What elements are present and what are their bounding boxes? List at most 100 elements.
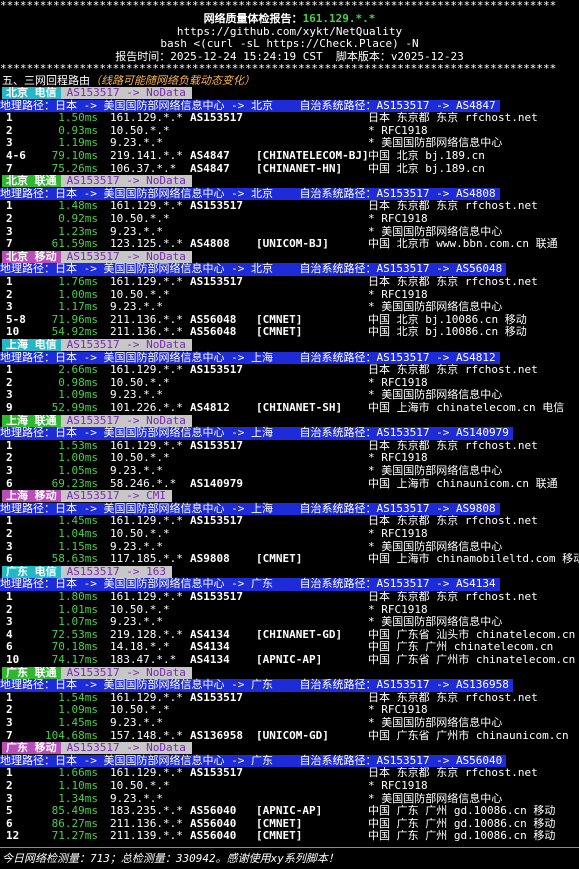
hop-asn: AS4134 bbox=[190, 628, 230, 641]
hop-asn: AS153517 bbox=[190, 767, 243, 780]
hop-location: 日本 东京都 东京 rfchost.net bbox=[368, 200, 538, 213]
report-time: 报告时间：2025-12-24 15:24:19 CST 脚本版本：v2025-… bbox=[115, 51, 464, 63]
hop-asn: AS56040 bbox=[190, 817, 237, 830]
hop-ip: 211.139.*.* bbox=[110, 830, 183, 843]
route-header: 上海 电信 AS153517 -> NoData bbox=[2, 339, 579, 352]
hop-number: 2 bbox=[6, 213, 13, 225]
hop-isp: [CMNET] bbox=[256, 830, 303, 843]
hop-location: 中国 广东 广州 gd.10086.cn 移动 bbox=[368, 805, 556, 818]
hop-location: * 美国国防部网络信息中心 bbox=[368, 389, 503, 402]
hop-number: 4-6 bbox=[6, 150, 26, 162]
hop-latency: 1.17ms bbox=[58, 301, 98, 314]
hop-asn: AS4847 bbox=[190, 162, 230, 175]
hop-isp: [UNICOM-BJ] bbox=[256, 238, 329, 251]
hop-ip: 161.129.*.* bbox=[110, 691, 183, 704]
hop-isp: [CMNET] bbox=[256, 553, 303, 566]
hop-latency: 1.15ms bbox=[58, 540, 98, 553]
report-title-prefix: 网络质量体检报告： bbox=[203, 13, 303, 25]
hop-number: 3 bbox=[6, 540, 13, 553]
route-geo-path: 地理路径：日本 -> 美国国防部网络信息中心 -> 广东 自治系统路径：AS15… bbox=[0, 754, 507, 768]
hop-latency: 1.05ms bbox=[58, 465, 98, 477]
hop-number: 3 bbox=[6, 616, 13, 629]
route-target-badge: 北京 移动 bbox=[2, 250, 61, 263]
hop-number: 12 bbox=[6, 830, 20, 843]
hop-row: 6 70.18ms 14.18.*.* AS4134 中国 广东 广州 chinatel… bbox=[0, 641, 579, 654]
hop-isp: [CHINANET-GD] bbox=[256, 628, 343, 641]
hop-ip: 9.23.*.* bbox=[110, 137, 163, 150]
hop-row: 12 71.27ms 211.139.*.* AS56040 [CMNET] 中国 广东 … bbox=[0, 830, 579, 843]
hop-latency: 85.49ms bbox=[51, 805, 98, 818]
hop-asn: AS153517 bbox=[190, 691, 243, 704]
hop-number: 3 bbox=[6, 137, 13, 150]
route-target-badge: 广东 移动 bbox=[2, 742, 61, 755]
hop-isp: [CMNET] bbox=[256, 313, 303, 326]
hop-row: 1 2.66ms 161.129.*.* AS153517 日本 东京都 东京 rfch… bbox=[0, 364, 579, 377]
hop-asn: AS153517 bbox=[190, 515, 243, 528]
hop-ip: 10.50.*.* bbox=[110, 213, 170, 225]
hop-asn: AS140979 bbox=[190, 477, 243, 490]
hop-location: 中国 北京市 www.bbn.com.cn 联通 bbox=[368, 238, 558, 251]
hop-number: 1 bbox=[6, 276, 13, 288]
hop-row: 6 86.27ms 211.136.*.* AS56040 [CMNET] 中国 广东 广… bbox=[0, 818, 579, 831]
hop-latency: 1.76ms bbox=[58, 276, 98, 288]
route-header: 北京 联通 AS153517 -> NoData bbox=[2, 175, 579, 188]
hop-location: * RFC1918 bbox=[368, 603, 428, 616]
hop-number: 2 bbox=[6, 603, 13, 616]
hop-latency: 1.66ms bbox=[58, 767, 98, 780]
hop-isp: [CHINANET-SH] bbox=[256, 402, 343, 414]
hop-row: 4 72.53ms 219.128.*.* AS4134 [CHINANET-GD] 中国… bbox=[0, 629, 579, 642]
hop-location: 中国 广东 广州 chinatelecom.cn bbox=[368, 641, 554, 654]
hop-location: * RFC1918 bbox=[368, 124, 428, 137]
hop-ip: 10.50.*.* bbox=[110, 376, 170, 389]
hop-location: 中国 广东 广州 gd.10086.cn 移动 bbox=[368, 830, 556, 843]
repo-url: https://github.com/xykt/NetQuality bbox=[176, 26, 403, 38]
hop-asn: AS4847 bbox=[190, 150, 230, 162]
hop-row: 2 1.10ms 10.50.*.* * RFC1918 bbox=[0, 780, 579, 793]
hop-row: 2 0.93ms 10.50.*.* * RFC1918 bbox=[0, 125, 579, 138]
route-as-badge: AS153517 -> CMI bbox=[60, 490, 172, 503]
hop-ip: 219.141.*.* bbox=[110, 150, 183, 162]
route-geo-path: 地理路径：日本 -> 美国国防部网络信息中心 -> 广东 自治系统路径：AS15… bbox=[0, 679, 513, 692]
hop-latency: 70.18ms bbox=[51, 641, 98, 654]
hop-asn: AS56048 bbox=[190, 326, 237, 339]
hop-number: 1 bbox=[6, 515, 13, 528]
header-stars-top: ****************************************… bbox=[0, 0, 557, 12]
route-geo-path: 地理路径：日本 -> 美国国防部网络信息中心 -> 上海 自治系统路径：AS15… bbox=[0, 427, 513, 440]
hop-number: 2 bbox=[6, 704, 13, 717]
hop-latency: 1.00ms bbox=[58, 288, 98, 301]
route-target-badge: 上海 联通 bbox=[2, 414, 61, 427]
hop-row: 3 1.45ms 9.23.*.* * 美国国防部网络信息中心 bbox=[0, 717, 579, 730]
hop-ip: 9.23.*.* bbox=[110, 389, 163, 402]
hop-number: 2 bbox=[6, 528, 13, 540]
section-note: （线路可能随网络负载动态变化） bbox=[90, 75, 255, 87]
hop-latency: 61.59ms bbox=[51, 238, 98, 251]
hop-number: 1 bbox=[6, 364, 13, 377]
route-geo-path: 地理路径：日本 -> 美国国防部网络信息中心 -> 上海 自治系统路径：AS15… bbox=[0, 502, 500, 516]
hop-ip: 211.136.*.* bbox=[110, 326, 183, 339]
hop-number: 1 bbox=[6, 691, 13, 704]
hop-latency: 2.66ms bbox=[58, 364, 98, 377]
hop-row: 3 1.34ms 9.23.*.* * 美国国防部网络信息中心 bbox=[0, 793, 579, 806]
route-as-badge: AS153517 -> 163 bbox=[60, 565, 172, 578]
hop-latency: 1.01ms bbox=[58, 603, 98, 616]
hop-number: 3 bbox=[6, 717, 13, 729]
hop-number: 2 bbox=[6, 288, 13, 301]
route-target-badge: 北京 电信 bbox=[2, 87, 61, 99]
route-geo-path: 地理路径：日本 -> 美国国防部网络信息中心 -> 上海 自治系统路径：AS15… bbox=[0, 351, 500, 365]
hop-latency: 1.09ms bbox=[58, 389, 98, 402]
hop-row: 7 104.68ms 157.148.*.* AS136958 [UNICOM-GD] 中… bbox=[0, 730, 579, 743]
hop-row: 10 74.17ms 183.47.*.* AS4134 [APNIC-AP] 中国 广东… bbox=[0, 654, 579, 667]
hop-ip: 161.129.*.* bbox=[110, 591, 183, 603]
hop-location: * 美国国防部网络信息中心 bbox=[368, 137, 503, 150]
hop-isp: [CHINANET-HN] bbox=[256, 162, 343, 175]
hop-row: 2 0.92ms 10.50.*.* * RFC1918 bbox=[0, 213, 579, 226]
hop-location: * RFC1918 bbox=[368, 780, 428, 792]
hop-location: * RFC1918 bbox=[368, 376, 428, 389]
hop-ip: 10.50.*.* bbox=[110, 452, 170, 465]
hop-location: 中国 北京 bj.10086.cn 移动 bbox=[368, 313, 527, 326]
hop-ip: 117.185.*.* bbox=[110, 553, 183, 566]
hop-row: 6 69.23ms 58.246.*.* AS140979 中国 上海市 chinaun… bbox=[0, 478, 579, 491]
hop-ip: 10.50.*.* bbox=[110, 603, 170, 616]
hop-ip: 14.18.*.* bbox=[110, 641, 170, 654]
report-title: 网络质量体检报告：161.129.*.* bbox=[0, 13, 579, 26]
